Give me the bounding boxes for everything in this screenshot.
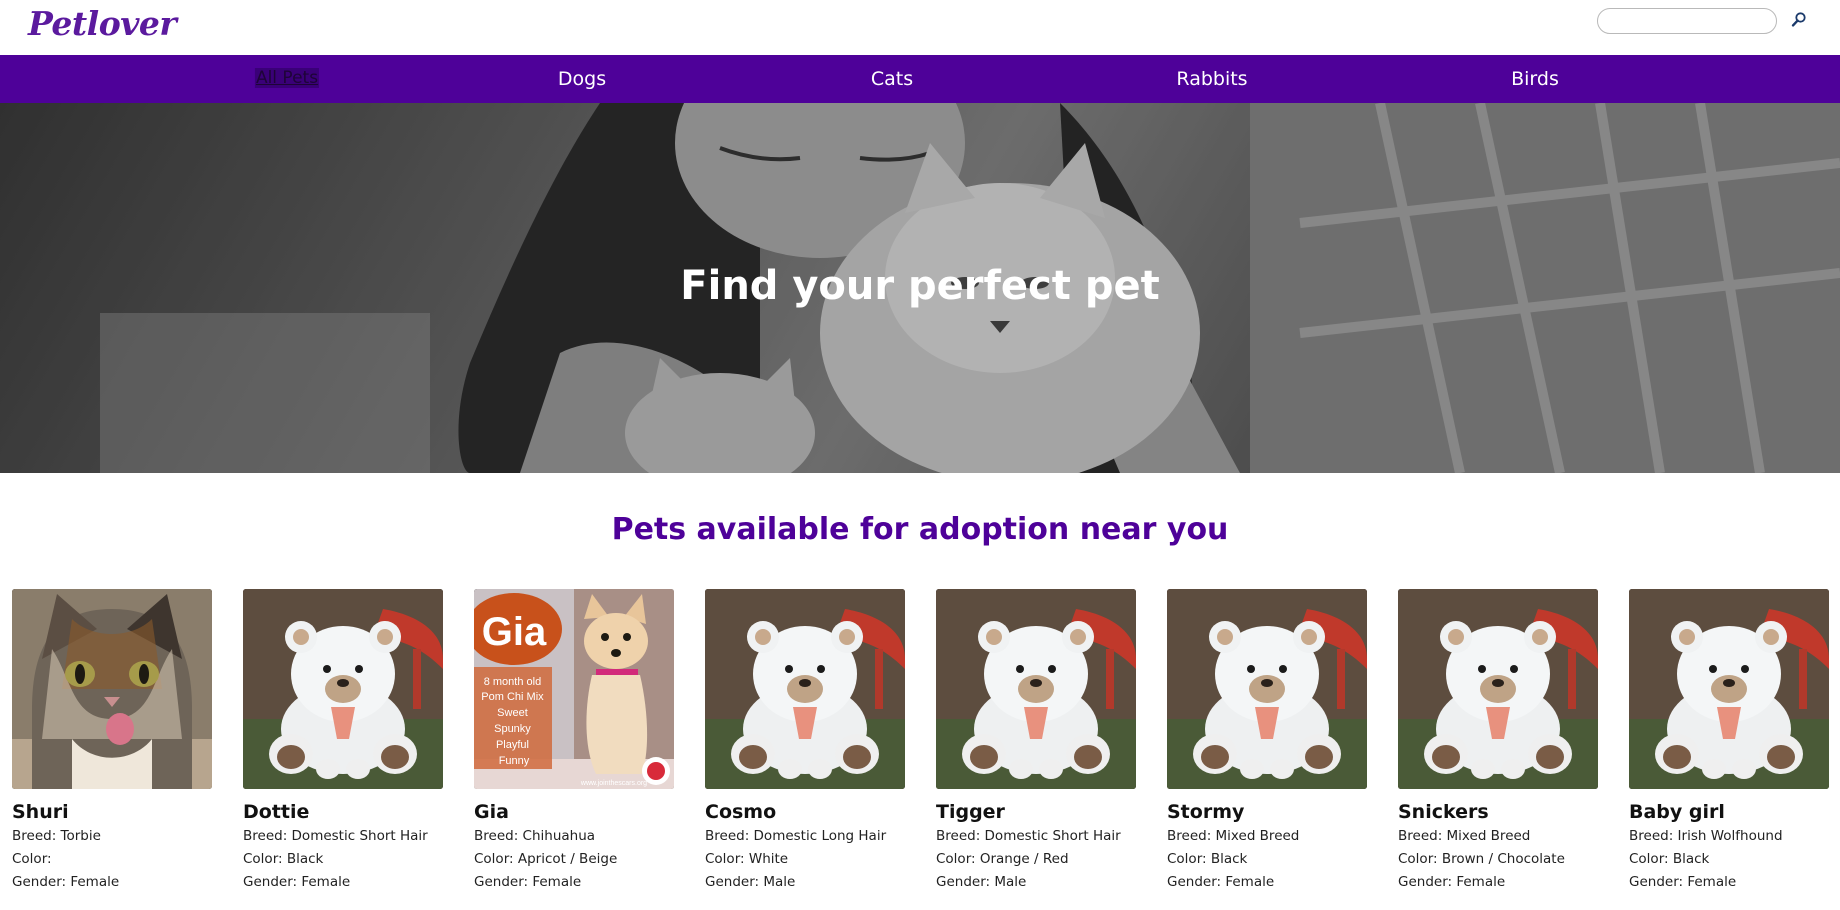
pet-card[interactable]: Baby girl Breed: Irish Wolfhound Color: … <box>1629 589 1829 894</box>
teddy-bear-placeholder <box>1398 589 1598 789</box>
pet-photo-placeholder[interactable] <box>936 589 1136 789</box>
pet-breed: Breed: Irish Wolfhound <box>1629 828 1783 844</box>
main-nav: All Pets Dogs Cats Rabbits Birds <box>0 55 1840 103</box>
pet-color: Color: Apricot / Beige <box>474 851 618 867</box>
pet-photo-cat[interactable] <box>12 589 212 789</box>
pet-card[interactable]: Snickers Breed: Mixed Breed Color: Brown… <box>1398 589 1598 894</box>
pet-gender: Gender: Female <box>1629 874 1737 890</box>
pet-photo-placeholder[interactable] <box>1398 589 1598 789</box>
pet-card[interactable]: Dottie Breed: Domestic Short Hair Color:… <box>243 589 443 894</box>
pet-photo-placeholder[interactable] <box>243 589 443 789</box>
pet-color: Color: <box>12 851 52 867</box>
pet-card[interactable]: Cosmo Breed: Domestic Long Hair Color: W… <box>705 589 905 894</box>
pet-card[interactable]: Gia 8 month old Pom Chi Mix Sweet Spunky… <box>474 589 674 894</box>
pet-name[interactable]: Cosmo <box>705 799 905 825</box>
teddy-bear-placeholder <box>1167 589 1367 789</box>
flyer-line: Pom Chi Mix <box>481 691 544 703</box>
dog-flyer-photo: Gia 8 month old Pom Chi Mix Sweet Spunky… <box>474 589 674 789</box>
pet-name[interactable]: Dottie <box>243 799 443 825</box>
search-input[interactable] <box>1597 8 1777 34</box>
pet-color: Color: Black <box>243 851 324 867</box>
pet-gender: Gender: Female <box>243 874 351 890</box>
pet-gender: Gender: Male <box>936 874 1027 890</box>
pet-color: Color: Black <box>1167 851 1248 867</box>
teddy-bear-placeholder <box>936 589 1136 789</box>
pet-breed: Breed: Domestic Long Hair <box>705 828 887 844</box>
nav-item-all-pets[interactable]: All Pets <box>254 55 320 103</box>
teddy-bear-placeholder <box>243 589 443 789</box>
pet-gender: Gender: Male <box>705 874 796 890</box>
pet-card[interactable]: Stormy Breed: Mixed Breed Color: Black G… <box>1167 589 1367 894</box>
flyer-title: Gia <box>482 610 547 654</box>
nav-item-birds[interactable]: Birds <box>1511 55 1559 103</box>
pet-name[interactable]: Baby girl <box>1629 799 1829 825</box>
pet-photo-dog[interactable]: Gia 8 month old Pom Chi Mix Sweet Spunky… <box>474 589 674 789</box>
cat-photo <box>12 589 212 789</box>
teddy-bear-placeholder <box>1629 589 1829 789</box>
pet-breed: Breed: Mixed Breed <box>1398 828 1531 844</box>
pet-breed: Breed: Domestic Short Hair <box>936 828 1121 844</box>
pet-name[interactable]: Stormy <box>1167 799 1367 825</box>
flyer-line: Sweet <box>497 707 528 719</box>
nav-item-label: All Pets <box>254 68 320 88</box>
pet-photo-placeholder[interactable] <box>705 589 905 789</box>
pet-color: Color: Brown / Chocolate <box>1398 851 1565 867</box>
search-icon[interactable] <box>1790 11 1808 29</box>
pet-breed: Breed: Mixed Breed <box>1167 828 1300 844</box>
section-title: Pets available for adoption near you <box>611 512 1229 547</box>
nav-item-dogs[interactable]: Dogs <box>558 55 606 103</box>
pet-breed: Breed: Torbie <box>12 828 101 844</box>
pet-color: Color: White <box>705 851 789 867</box>
pet-card-list: Shuri Breed: Torbie Color: Gender: Femal… <box>0 589 1840 910</box>
pet-name[interactable]: Snickers <box>1398 799 1598 825</box>
flyer-url: www.jointhescars.org <box>580 780 647 787</box>
hero-title: Find your perfect pet <box>680 263 1160 309</box>
pet-color: Color: Black <box>1629 851 1710 867</box>
flyer-line: Spunky <box>494 723 531 735</box>
flyer-line: Playful <box>496 739 529 751</box>
pet-gender: Gender: Female <box>1167 874 1275 890</box>
pet-color: Color: Orange / Red <box>936 851 1069 867</box>
pet-breed: Breed: Domestic Short Hair <box>243 828 428 844</box>
hero-banner: Find your perfect pet <box>0 103 1840 473</box>
pet-card[interactable]: Tigger Breed: Domestic Short Hair Color:… <box>936 589 1136 894</box>
flyer-line: Funny <box>499 755 530 767</box>
top-header: Petlover <box>0 0 1840 55</box>
pet-breed: Breed: Chihuahua <box>474 828 596 844</box>
pet-gender: Gender: Female <box>474 874 582 890</box>
pet-name[interactable]: Gia <box>474 799 674 825</box>
flyer-line: 8 month old <box>484 676 541 688</box>
pet-card[interactable]: Shuri Breed: Torbie Color: Gender: Femal… <box>12 589 212 894</box>
pet-name[interactable]: Tigger <box>936 799 1136 825</box>
nav-item-rabbits[interactable]: Rabbits <box>1176 55 1247 103</box>
pet-name[interactable]: Shuri <box>12 799 212 825</box>
logo[interactable]: Petlover <box>28 2 177 46</box>
pet-photo-placeholder[interactable] <box>1167 589 1367 789</box>
pet-gender: Gender: Female <box>12 874 120 890</box>
pet-gender: Gender: Female <box>1398 874 1506 890</box>
pet-photo-placeholder[interactable] <box>1629 589 1829 789</box>
nav-item-cats[interactable]: Cats <box>871 55 913 103</box>
teddy-bear-placeholder <box>705 589 905 789</box>
